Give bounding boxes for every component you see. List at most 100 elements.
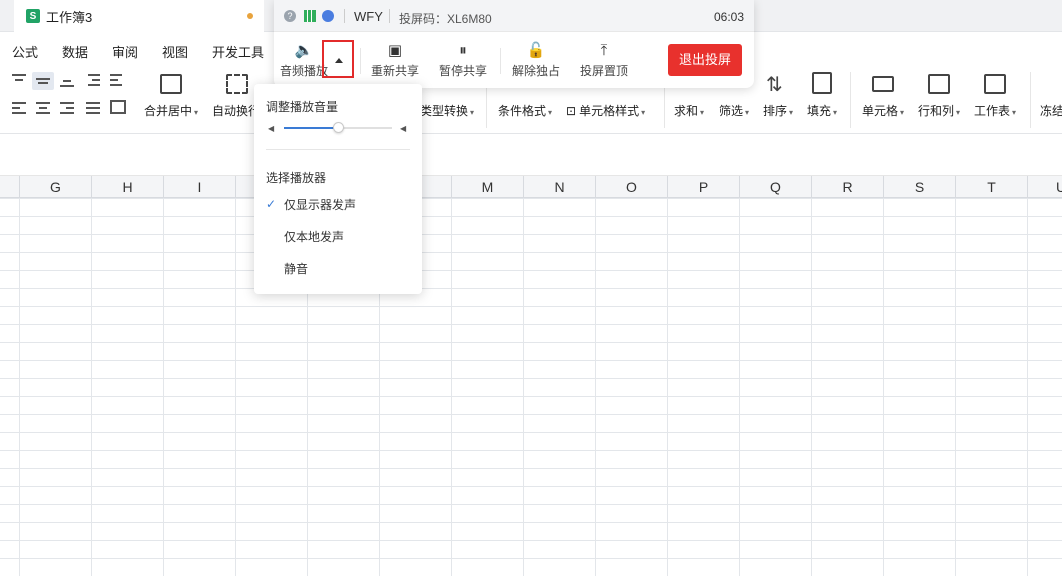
type-convert-label: 类型转换 — [420, 104, 469, 118]
merge-center-button[interactable]: 合并居中 ▾ — [144, 102, 198, 119]
cell-style-button[interactable]: ⊡ 单元格样式 ▾ — [566, 102, 645, 119]
worksheet-icon[interactable] — [984, 74, 1006, 94]
audio-play-label: 音频播放 — [280, 64, 329, 78]
row-col-button[interactable]: 行和列 ▾ — [918, 102, 960, 119]
column-o[interactable]: O — [596, 176, 668, 198]
auto-wrap-button[interactable]: 自动换行 — [212, 102, 260, 119]
column-partial[interactable] — [0, 176, 20, 198]
cell-icon[interactable] — [872, 76, 894, 92]
column-r[interactable]: R — [812, 176, 884, 198]
filter-button[interactable]: 筛选 ▾ — [719, 102, 749, 119]
row-col-icon[interactable] — [928, 74, 950, 94]
cell-label: 单元格 — [862, 104, 899, 118]
volume-title: 调整播放音量 — [266, 100, 339, 114]
column-g[interactable]: G — [20, 176, 92, 198]
audio-play-button[interactable]: 🔈 音频播放 — [280, 40, 328, 84]
share-timer: 06:03 — [713, 10, 744, 24]
fill-label: 填充 — [807, 104, 832, 118]
cond-format-button[interactable]: 条件格式 ▾ — [498, 102, 552, 119]
speaker-icon: 🔈 — [294, 42, 314, 59]
pause-share-button[interactable]: ⏸ 暂停共享 — [438, 40, 488, 84]
freeze-button[interactable]: 冻结 — [1040, 102, 1062, 119]
audio-dropdown-toggle[interactable] — [322, 40, 354, 78]
merge-center-label: 合并居中 — [144, 104, 193, 118]
unlock-exclusive-button[interactable]: 🔓 解除独占 — [511, 40, 561, 84]
merge-cells-icon[interactable] — [160, 74, 182, 94]
distribute-icon[interactable] — [110, 100, 126, 114]
option-monitor-only[interactable]: 仅显示器发声 — [284, 196, 356, 213]
audio-settings-panel: 调整播放音量 ◀ ◀ 选择播放器 ✓ 仅显示器发声 仅本地发声 静音 — [254, 84, 422, 294]
checkmark-icon: ✓ — [266, 197, 277, 211]
exit-share-button[interactable]: 退出投屏 — [668, 44, 742, 76]
column-m[interactable]: M — [452, 176, 524, 198]
share-code: 投屏码：XL6M80 — [399, 12, 492, 26]
volume-slider-handle[interactable] — [333, 122, 344, 133]
help-icon[interactable]: ? — [284, 10, 296, 22]
wrap-text-icon[interactable] — [226, 74, 248, 94]
signal-icon — [304, 10, 316, 22]
pin-top-button[interactable]: ⤒ 投屏置顶 — [579, 40, 629, 84]
cell-style-label: 单元格样式 — [579, 104, 640, 118]
cell-grid[interactable] — [0, 198, 1062, 576]
column-p[interactable]: P — [668, 176, 740, 198]
volume-max-icon: ◀ — [400, 124, 407, 133]
column-t[interactable]: T — [956, 176, 1028, 198]
cell-button[interactable]: 单元格 ▾ — [862, 102, 904, 119]
filter-label: 筛选 — [719, 104, 744, 118]
type-convert-button[interactable]: 类型转换 ▾ — [420, 102, 474, 119]
spreadsheet-icon: S — [26, 9, 40, 23]
column-s[interactable]: S — [884, 176, 956, 198]
align-bottom-icon[interactable] — [60, 76, 76, 88]
column-h[interactable]: H — [92, 176, 164, 198]
sort-icon[interactable]: ⇅ — [766, 72, 783, 97]
shield-icon — [322, 10, 334, 22]
menu-developer[interactable]: 开发工具 — [212, 42, 264, 61]
column-header: G H I M N O P Q R S T U — [0, 176, 1062, 198]
column-n[interactable]: N — [524, 176, 596, 198]
worksheet-button[interactable]: 工作表 ▾ — [974, 102, 1016, 119]
worksheet-label: 工作表 — [974, 104, 1011, 118]
reshare-icon: ▣ — [387, 42, 403, 59]
caret-up-icon — [335, 58, 343, 63]
cond-format-label: 条件格式 — [498, 104, 547, 118]
fill-icon[interactable] — [812, 72, 832, 94]
option-mute[interactable]: 静音 — [284, 260, 308, 277]
row-col-label: 行和列 — [918, 104, 955, 118]
sort-button[interactable]: 排序 ▾ — [763, 102, 793, 119]
cell-style-icon: ⊡ — [566, 104, 577, 118]
fill-button[interactable]: 填充 ▾ — [807, 102, 837, 119]
tab-workbook[interactable]: S 工作簿3 — [14, 0, 264, 32]
panel-divider — [266, 149, 410, 150]
sum-label: 求和 — [674, 104, 699, 118]
align-left-icon[interactable] — [12, 102, 28, 114]
pin-top-label: 投屏置顶 — [579, 64, 628, 78]
sort-label: 排序 — [763, 104, 788, 118]
menu-data[interactable]: 数据 — [62, 42, 88, 61]
unlock-exclusive-label: 解除独占 — [511, 64, 560, 78]
player-title: 选择播放器 — [266, 171, 327, 185]
align-top-icon[interactable] — [12, 74, 28, 86]
sum-button[interactable]: 求和 ▾ — [674, 102, 704, 119]
align-right-icon[interactable] — [60, 102, 76, 114]
reshare-label: 重新共享 — [370, 64, 419, 78]
status-divider — [344, 9, 345, 23]
indent-increase-icon[interactable] — [110, 74, 126, 86]
column-i[interactable]: I — [164, 176, 236, 198]
reshare-button[interactable]: ▣ 重新共享 — [370, 40, 420, 84]
menu-view[interactable]: 视图 — [162, 42, 188, 61]
option-local-only[interactable]: 仅本地发声 — [284, 228, 344, 245]
column-q[interactable]: Q — [740, 176, 812, 198]
menu-review[interactable]: 审阅 — [112, 42, 138, 61]
formula-bar[interactable] — [0, 134, 1062, 176]
align-center-icon[interactable] — [36, 102, 52, 114]
volume-slider-fill — [284, 127, 338, 129]
menu-formula[interactable]: 公式 — [12, 42, 38, 61]
share-status-bar: ? WFY 投屏码：XL6M80 06:03 — [274, 0, 754, 32]
column-u[interactable]: U — [1028, 176, 1062, 198]
tab-title: 工作簿3 — [46, 9, 93, 25]
volume-min-icon: ◀ — [268, 124, 275, 133]
justify-icon[interactable] — [86, 102, 102, 114]
pin-top-icon: ⤒ — [600, 42, 608, 59]
indent-decrease-icon[interactable] — [84, 74, 100, 86]
align-middle-icon[interactable] — [32, 72, 54, 90]
